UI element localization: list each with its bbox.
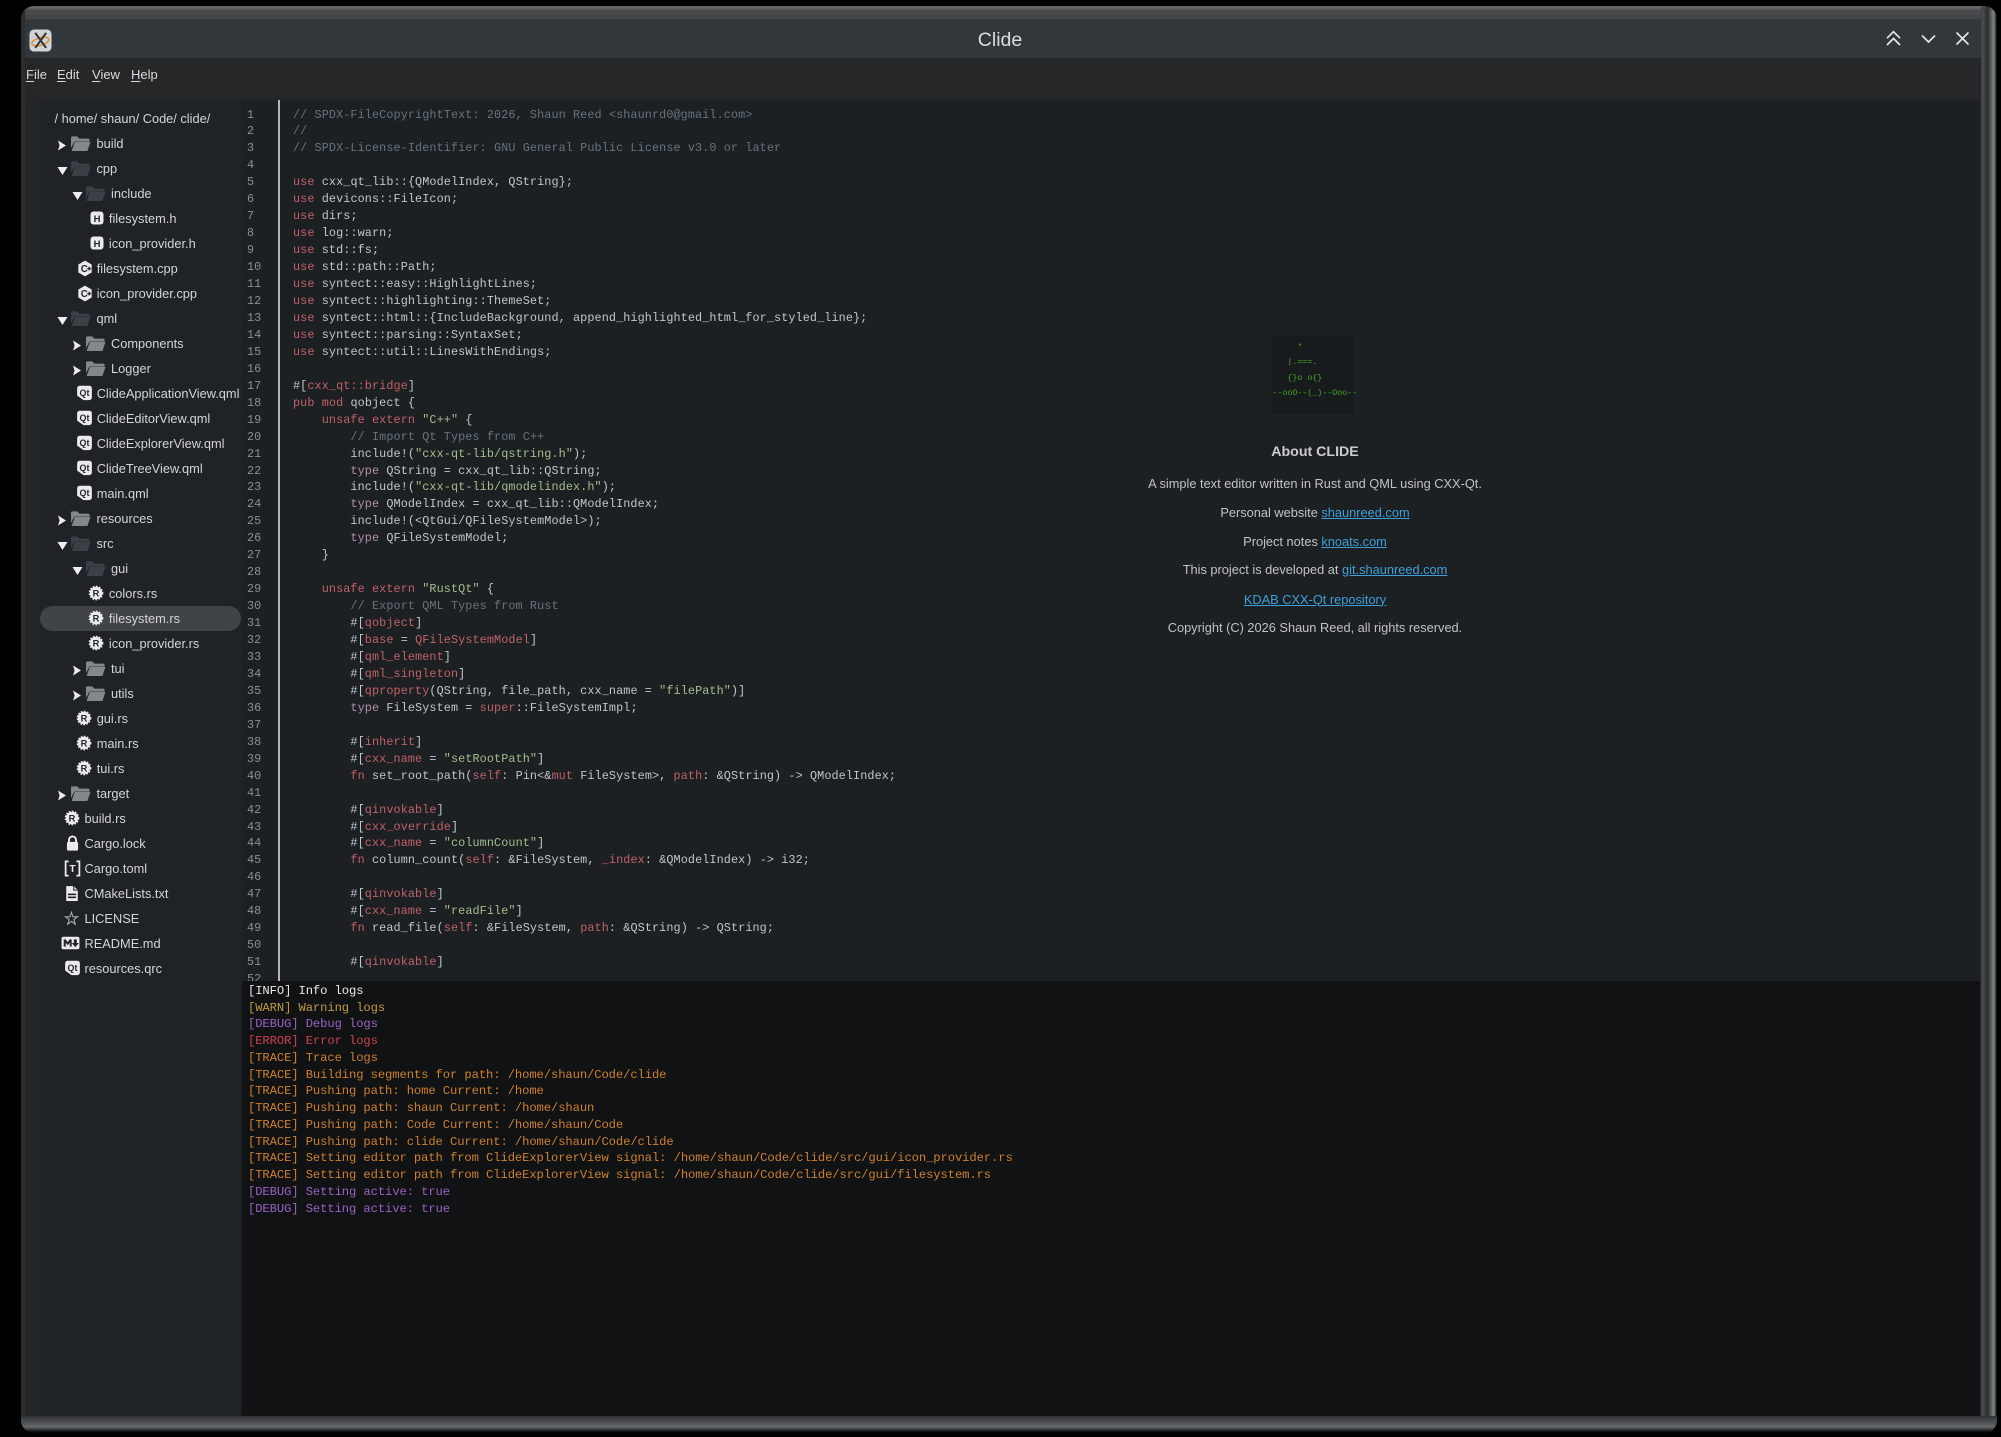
svg-text:R: R [93,588,100,598]
svg-text:T: T [69,863,76,874]
svg-text:H: H [93,239,100,250]
svg-text:C: C [80,264,87,275]
svg-text:H: H [93,214,100,225]
svg-text:R: R [93,613,100,623]
svg-text:C: C [80,289,87,300]
svg-text:Qt: Qt [79,413,89,423]
svg-text:R: R [80,713,87,723]
svg-text:Qt: Qt [79,388,89,398]
svg-text:R: R [93,638,100,648]
svg-text:Qt: Qt [79,438,89,448]
svg-text:Qt: Qt [79,488,89,498]
svg-text:R: R [80,738,87,748]
svg-text:Qt: Qt [79,463,89,473]
svg-text:R: R [68,813,75,823]
svg-text:R: R [80,763,87,773]
svg-text:Qt: Qt [67,963,77,973]
